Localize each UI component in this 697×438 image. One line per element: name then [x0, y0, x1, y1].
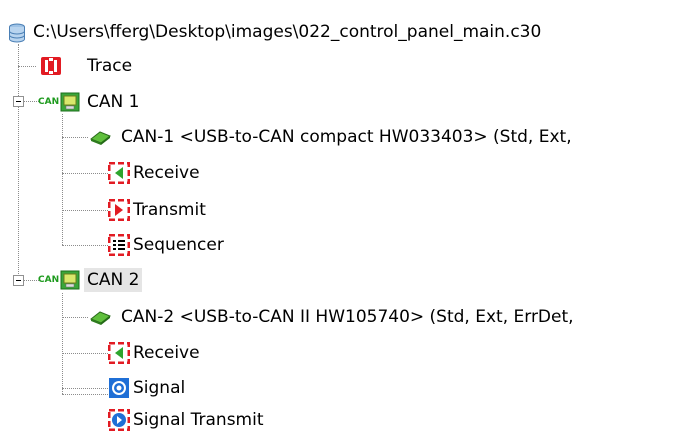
- tree-item-device[interactable]: CAN-2 <USB-to-CAN II HW105740> (Std, Ext…: [88, 299, 697, 335]
- tree-item-receive[interactable]: Receive: [108, 335, 308, 371]
- tree-item-label: CAN 1: [87, 92, 140, 112]
- trace-icon: [41, 57, 61, 75]
- can-badge-icon: CAN: [38, 97, 60, 107]
- tree-item-transmit[interactable]: Transmit: [108, 192, 308, 228]
- hardware-chip-icon: [90, 311, 111, 325]
- tree-item-can1[interactable]: CAN CAN 1: [36, 84, 236, 120]
- tree-item-label: Receive: [133, 163, 200, 183]
- tree-line: [62, 388, 108, 389]
- signal-transmit-icon: [108, 409, 130, 431]
- tree-line: [62, 210, 108, 211]
- receive-icon: [108, 162, 130, 184]
- can-badge-icon: CAN: [38, 275, 60, 285]
- receive-icon: [108, 342, 130, 364]
- tree-line: [62, 114, 63, 245]
- device-label: CAN-2 <USB-to-CAN II HW105740> (Std, Ext…: [121, 307, 574, 327]
- tree-item-label: Sequencer: [133, 235, 224, 255]
- transmit-icon: [108, 199, 130, 221]
- tree-item-signal[interactable]: Signal: [108, 370, 308, 406]
- tree-line: [62, 173, 108, 174]
- tree-item-label: CAN 2: [84, 268, 143, 292]
- tree-line: [62, 317, 88, 318]
- project-tree[interactable]: C:\Users\fferg\Desktop\images\022_contro…: [0, 0, 697, 438]
- tree-item-label: Signal: [133, 378, 186, 398]
- tree-item-receive[interactable]: Receive: [108, 155, 308, 191]
- tree-line: [18, 66, 36, 67]
- tree-item-sequencer[interactable]: Sequencer: [108, 227, 308, 263]
- tree-item-label: Receive: [133, 343, 200, 363]
- tree-item-label: Signal Transmit: [133, 410, 264, 430]
- collapse-toggle[interactable]: [13, 96, 24, 107]
- tree-item-signal-transmit[interactable]: Signal Transmit: [108, 402, 308, 438]
- tree-root-row[interactable]: C:\Users\fferg\Desktop\images\022_contro…: [0, 14, 697, 50]
- tree-line: [62, 293, 63, 394]
- database-icon: [9, 23, 25, 43]
- tree-line: [18, 44, 19, 280]
- tree-item-can2[interactable]: CAN CAN 2: [36, 262, 236, 298]
- tree-item-label: Transmit: [133, 200, 206, 220]
- signal-icon: [109, 378, 129, 398]
- project-path: C:\Users\fferg\Desktop\images\022_contro…: [33, 22, 542, 42]
- tree-item-label: Trace: [87, 56, 133, 76]
- tree-item-device[interactable]: CAN-1 <USB-to-CAN compact HW033403> (Std…: [88, 119, 697, 155]
- collapse-toggle[interactable]: [13, 275, 24, 286]
- tree-line: [62, 245, 108, 246]
- tree-item-trace[interactable]: Trace: [36, 48, 236, 84]
- sequencer-icon: [108, 234, 130, 256]
- tree-line: [62, 353, 108, 354]
- device-label: CAN-1 <USB-to-CAN compact HW033403> (Std…: [121, 127, 572, 147]
- tree-line: [62, 394, 108, 395]
- hardware-chip-icon: [90, 131, 111, 145]
- tree-line: [62, 137, 88, 138]
- bus-board-icon: [60, 270, 80, 290]
- bus-board-icon: [60, 92, 80, 112]
